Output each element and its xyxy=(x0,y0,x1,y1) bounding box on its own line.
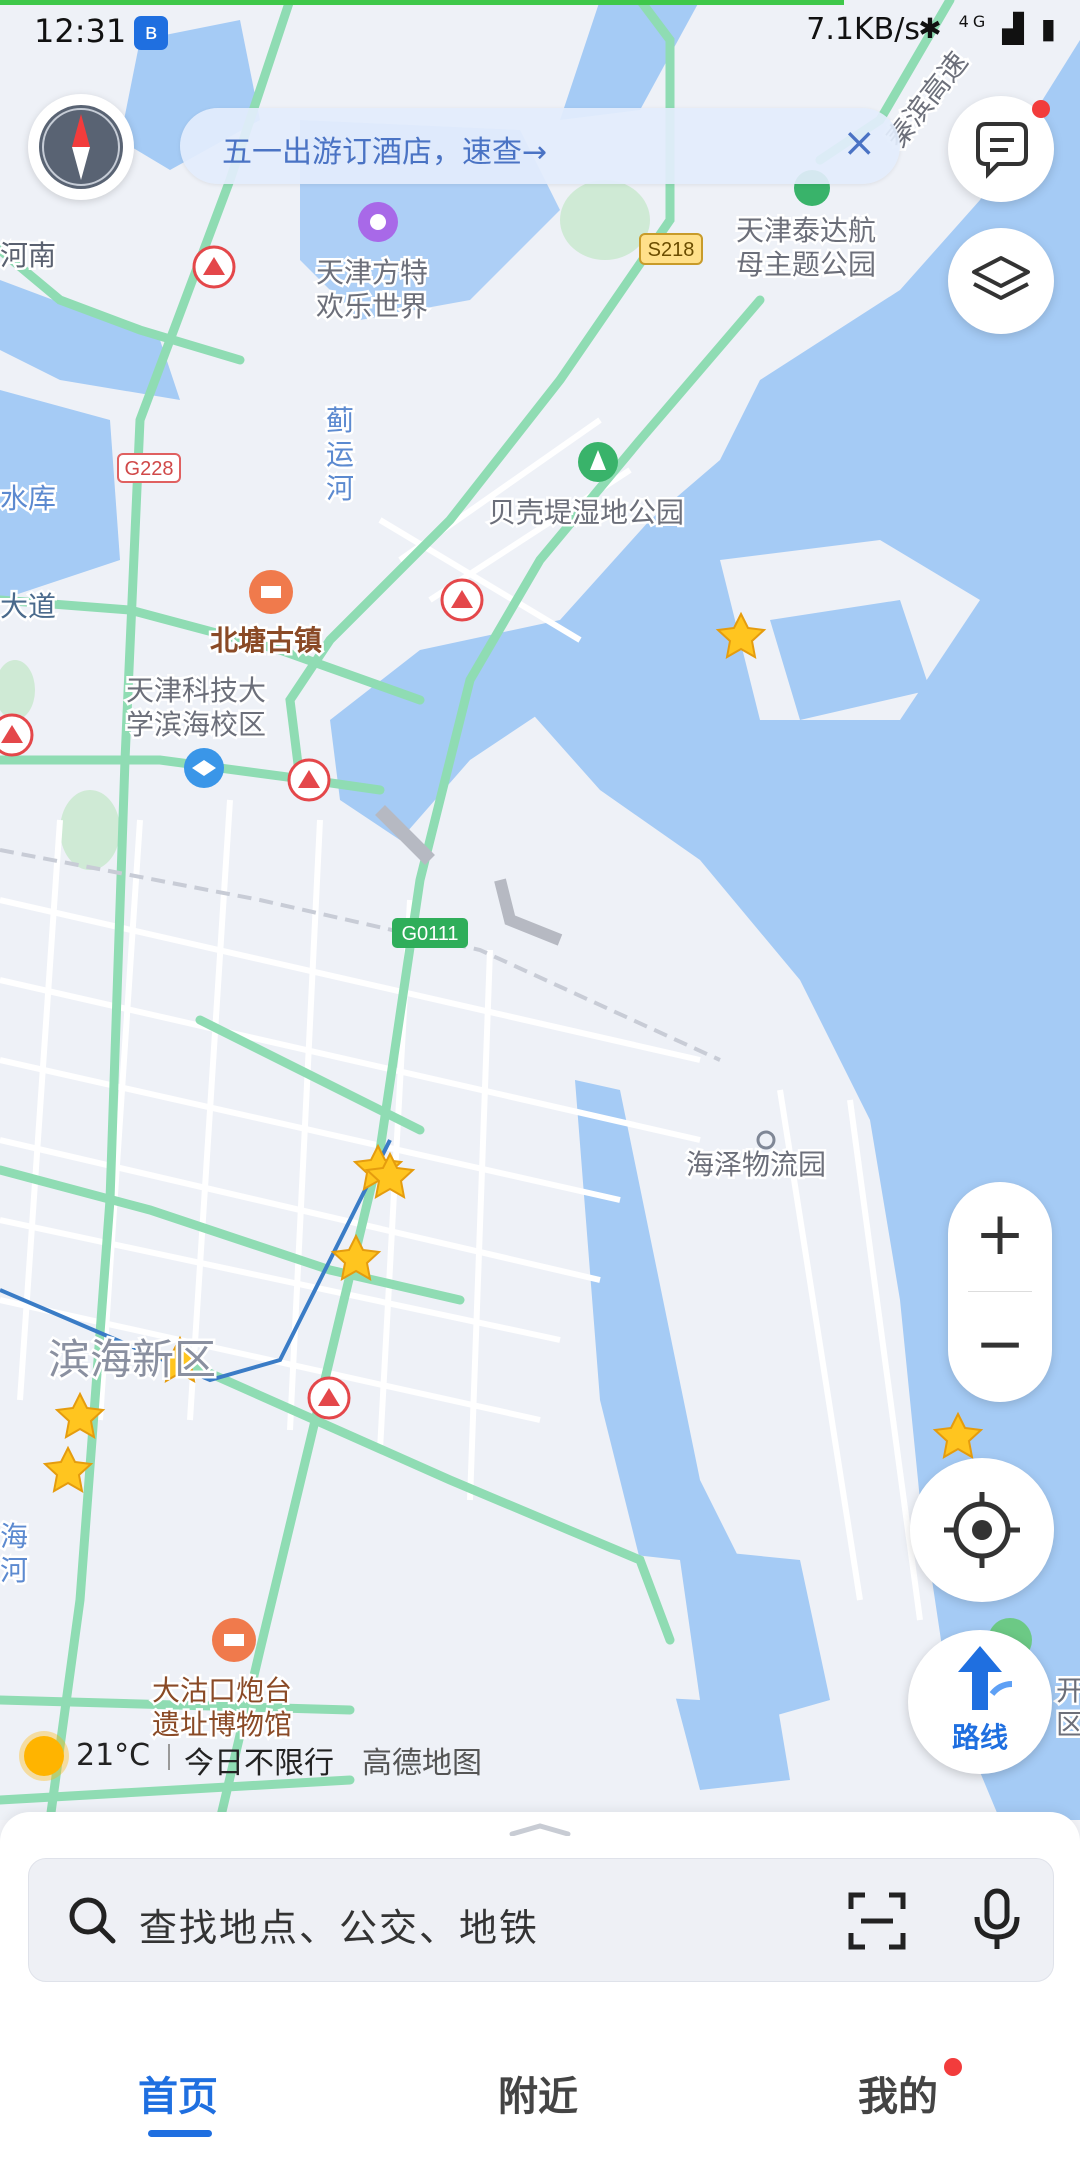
map-label: 河 xyxy=(0,1554,28,1587)
compass-button[interactable] xyxy=(28,94,134,200)
signal-4g-label: 4G xyxy=(958,12,990,31)
map-brand-logo: 高德地图 xyxy=(362,1746,482,1781)
construction-marker[interactable] xyxy=(287,758,331,802)
theme-park-marker[interactable] xyxy=(358,202,398,242)
zoom-control: + − xyxy=(948,1182,1052,1402)
map-label: 天津科技大 xyxy=(126,674,266,707)
map-label: 海泽物流园 xyxy=(686,1148,826,1181)
map-label: 遗址博物馆 xyxy=(152,1708,292,1741)
bottom-sheet[interactable]: 查找地点、公交、地铁 xyxy=(0,1812,1080,2022)
chevron-up-icon[interactable] xyxy=(508,1822,572,1836)
traffic-restriction: 今日不限行 xyxy=(184,1746,334,1781)
construction-marker[interactable] xyxy=(0,713,34,757)
temperature: 21°C xyxy=(76,1738,151,1773)
sun-icon xyxy=(24,1736,64,1776)
map-label: 欢乐世界 xyxy=(316,290,428,323)
map-label: 蓟 xyxy=(326,404,354,437)
construction-marker[interactable] xyxy=(192,245,236,289)
status-time: 12:31 xyxy=(34,12,127,50)
zoom-in-button[interactable]: + xyxy=(948,1182,1052,1290)
road-shield-g228: G228 xyxy=(117,453,181,483)
svg-text:S218: S218 xyxy=(648,239,695,261)
map-label: 海 xyxy=(0,1520,28,1553)
search-box[interactable]: 查找地点、公交、地铁 xyxy=(28,1858,1054,1982)
promo-banner-text[interactable]: 五一出游订酒店，速查→ xyxy=(222,127,547,171)
locate-icon xyxy=(944,1492,1020,1568)
signal-icon: ▟ xyxy=(1002,12,1028,45)
historic-marker[interactable] xyxy=(212,1618,256,1662)
notification-dot xyxy=(1032,100,1050,118)
road-shield-s218: S218 xyxy=(639,233,703,265)
map-label: 天津泰达航 xyxy=(736,214,876,247)
network-speed: 7.1KB/s xyxy=(806,12,920,47)
route-label[interactable]: 路线 xyxy=(908,1716,1052,1756)
svg-text:G228: G228 xyxy=(125,458,174,480)
messages-button[interactable] xyxy=(948,96,1054,202)
map-label: 大道 xyxy=(0,590,56,623)
battery-icon: ▮ xyxy=(1040,12,1060,45)
svg-text:G0111: G0111 xyxy=(401,923,458,945)
layers-button[interactable] xyxy=(948,228,1054,334)
divider xyxy=(168,1744,170,1770)
zoom-out-button[interactable]: − xyxy=(948,1292,1052,1400)
map-label: 水库 xyxy=(0,482,56,515)
route-arrow-icon xyxy=(958,1646,1013,1710)
compass-icon xyxy=(39,105,123,189)
map-label: 天津方特 xyxy=(316,256,428,289)
map-label: 北塘古镇 xyxy=(210,624,322,657)
map-label: 母主题公园 xyxy=(736,248,876,281)
status-bar: 12:31 ʙ 7.1KB/s ✱ 4G ▟ ▮ xyxy=(0,0,1080,64)
active-tab-indicator xyxy=(148,2130,212,2137)
status-icons: ✱ 4G ▟ ▮ xyxy=(918,12,1060,45)
search-icon xyxy=(69,1897,116,1944)
close-icon[interactable]: × xyxy=(842,120,876,166)
tab-nearby[interactable]: 附近 xyxy=(498,2064,578,2122)
map-label: 河南 xyxy=(0,239,56,272)
park-marker[interactable] xyxy=(578,442,618,482)
map-label: 运 xyxy=(326,438,354,471)
search-input[interactable]: 查找地点、公交、地铁 xyxy=(139,1897,539,1952)
map-label: 学滨海校区 xyxy=(126,708,266,741)
map-label: 大沽口炮台 xyxy=(152,1674,292,1707)
road-shield-g0111: G0111 xyxy=(392,918,468,948)
tab-mine[interactable]: 我的 xyxy=(858,2064,938,2122)
tab-home[interactable]: 首页 xyxy=(138,2064,218,2122)
map-label: 区 xyxy=(1056,1708,1080,1741)
layers-icon xyxy=(972,256,1030,300)
construction-marker[interactable] xyxy=(440,578,484,622)
notification-dot xyxy=(944,2058,962,2076)
map-label: 开 xyxy=(1056,1674,1080,1707)
promo-banner[interactable]: 五一出游订酒店，速查→ × xyxy=(180,108,900,184)
construction-marker[interactable] xyxy=(307,1376,351,1420)
bottom-tab-bar: 首页 附近 我的 xyxy=(0,2022,1080,2160)
scan-icon[interactable] xyxy=(847,1891,907,1951)
microphone-icon[interactable] xyxy=(969,1887,1025,1953)
route-button[interactable]: 路线 xyxy=(908,1630,1052,1774)
bluetooth-notification-icon: ʙ xyxy=(134,16,168,50)
bluetooth-icon: ✱ xyxy=(918,12,946,45)
map-label: 河 xyxy=(326,472,354,505)
locate-button[interactable] xyxy=(910,1458,1054,1602)
school-marker[interactable] xyxy=(184,748,224,788)
map-label: 滨海新区 xyxy=(48,1335,216,1384)
map-label: 贝壳堤湿地公园 xyxy=(488,496,684,529)
historic-marker[interactable] xyxy=(249,570,293,614)
